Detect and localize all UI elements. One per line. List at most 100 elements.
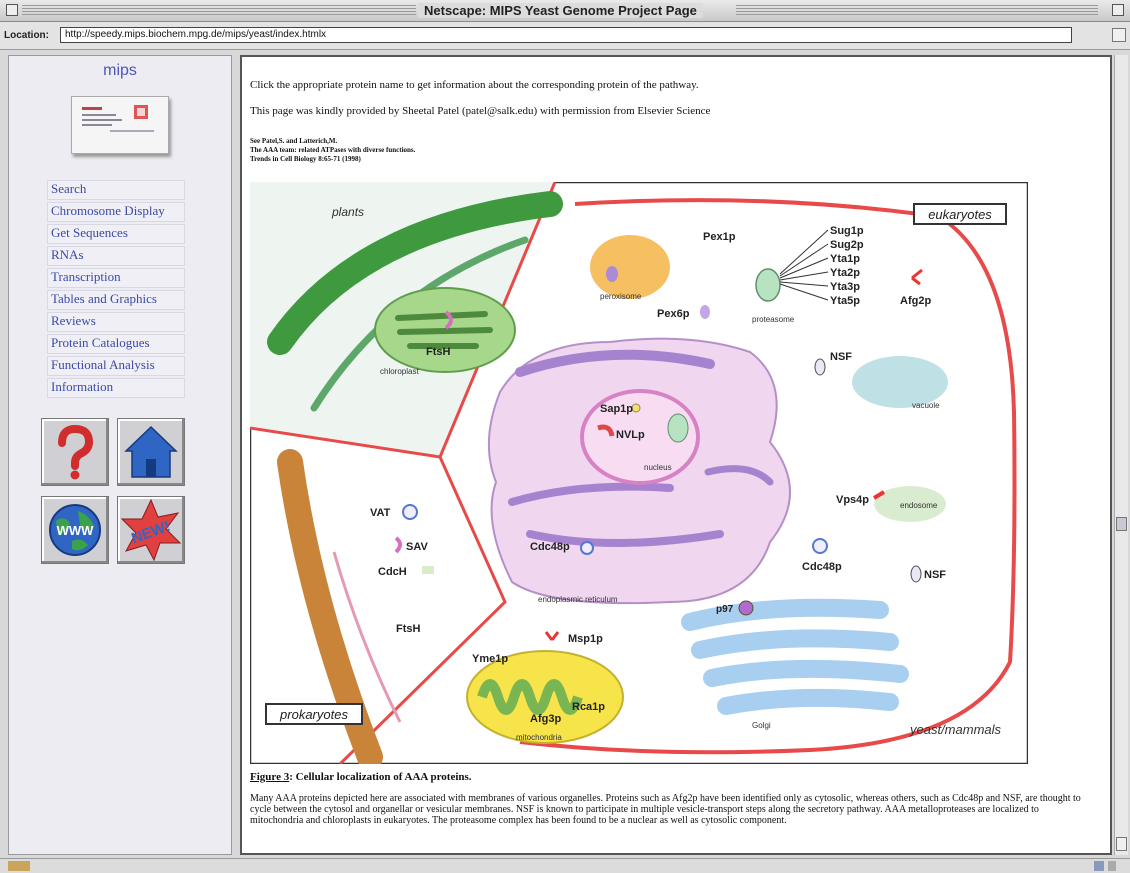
protein-afg3p[interactable]: Afg3p <box>530 713 561 725</box>
nav-reviews[interactable]: Reviews <box>47 312 185 332</box>
cdc48p-marker <box>812 538 828 554</box>
question-mark-icon <box>58 424 94 480</box>
label-peroxisome: peroxisome <box>600 292 642 301</box>
panel-plants: plants <box>331 205 364 219</box>
cdc48p-er-marker <box>580 541 594 555</box>
figure-caption-heading: : Cellular localization of AAA proteins. <box>289 771 472 783</box>
close-box-icon[interactable] <box>6 4 18 16</box>
credit-text: This page was kindly provided by Sheetal… <box>250 105 711 117</box>
location-bar: Location: http://speedy.mips.biochem.mpg… <box>0 22 1130 50</box>
window-title-bar[interactable]: Netscape: MIPS Yeast Genome Project Page <box>0 0 1130 22</box>
protein-cdc48p[interactable]: Cdc48p <box>802 561 842 573</box>
scroll-down-arrow-icon[interactable] <box>1116 837 1127 851</box>
title-stripes-right <box>736 5 1098 16</box>
nav-get-sequences[interactable]: Get Sequences <box>47 224 185 244</box>
label-vacuole: vacuole <box>912 401 940 410</box>
title-stripes <box>22 5 416 16</box>
protein-p97[interactable]: p97 <box>716 604 734 615</box>
protein-afg2p[interactable]: Afg2p <box>900 295 931 307</box>
protein-yme1p[interactable]: Yme1p <box>472 653 508 665</box>
protein-cdc48p-er[interactable]: Cdc48p <box>530 541 570 553</box>
protein-pex1p[interactable]: Pex1p <box>703 231 736 243</box>
p97-marker <box>738 600 754 616</box>
sap1p-marker <box>631 403 641 413</box>
protein-sug1p[interactable]: Sug1p <box>830 225 864 237</box>
protein-nvlp[interactable]: NVLp <box>616 429 645 441</box>
protein-yta2p[interactable]: Yta2p <box>830 267 860 279</box>
nav-information[interactable]: Information <box>47 378 185 398</box>
label-chloroplast: chloroplast <box>380 367 419 376</box>
mail-icon[interactable] <box>1094 861 1104 871</box>
protein-ftsh-prokaryote[interactable]: FtsH <box>396 623 421 635</box>
new-button[interactable]: NEW! <box>117 496 185 564</box>
figure-caption-title: Figure 3: Cellular localization of AAA p… <box>250 771 472 783</box>
protein-yta1p[interactable]: Yta1p <box>830 253 860 265</box>
location-label: Location: <box>4 30 49 41</box>
protein-cdch[interactable]: CdcH <box>378 566 407 578</box>
nav-functional-analysis[interactable]: Functional Analysis <box>47 356 185 376</box>
nav-chromosome-display[interactable]: Chromosome Display <box>47 202 185 222</box>
peroxisome-shape <box>590 235 670 299</box>
mitochondria-cristae <box>477 679 583 715</box>
scroll-up-arrow-icon[interactable] <box>1112 28 1126 42</box>
figure-caption-label[interactable]: Figure 3 <box>250 771 289 783</box>
scroll-thumb[interactable] <box>1116 517 1127 531</box>
content-frame: Click the appropriate protein name to ge… <box>240 55 1112 855</box>
mips-logo-card-icon[interactable] <box>71 96 169 154</box>
label-er: endoplasmic reticulum <box>538 595 618 604</box>
pex6p-marker <box>700 305 710 319</box>
peroxisome-marker <box>606 266 618 282</box>
protein-yta5p[interactable]: Yta5p <box>830 295 860 307</box>
new-badge-icon: NEW! <box>120 498 182 562</box>
sidebar-frame: mips Search Chromosome Display Get Seque… <box>8 55 232 855</box>
help-status-icon[interactable] <box>1108 861 1116 871</box>
label-mitochondria: mitochondria <box>516 733 562 742</box>
label-nucleus: nucleus <box>644 463 672 472</box>
protein-vat[interactable]: VAT <box>370 507 391 519</box>
protein-pex6p[interactable]: Pex6p <box>657 308 690 320</box>
intro-text: Click the appropriate protein name to ge… <box>250 79 699 91</box>
label-golgi: Golgi <box>752 721 771 730</box>
protein-ftsh-plant[interactable]: FtsH <box>426 346 451 358</box>
protein-sap1p[interactable]: Sap1p <box>600 403 633 415</box>
home-button[interactable] <box>117 418 185 486</box>
location-url-field[interactable]: http://speedy.mips.biochem.mpg.de/mips/y… <box>60 27 1072 43</box>
globe-icon: WWW <box>49 504 101 556</box>
help-button[interactable] <box>41 418 109 486</box>
protein-nsf-top[interactable]: NSF <box>830 351 852 363</box>
mips-logo-text: mips <box>103 62 137 79</box>
panel-prokaryotes: prokaryotes <box>279 707 348 722</box>
figure-caption-body: Many AAA proteins depicted here are asso… <box>250 793 1081 826</box>
label-endosome: endosome <box>900 501 938 510</box>
protein-nsf-bottom[interactable]: NSF <box>924 569 946 581</box>
logo-card-graphic <box>82 105 154 132</box>
nav-protein-catalogues[interactable]: Protein Catalogues <box>47 334 185 354</box>
protein-vps4p[interactable]: Vps4p <box>836 494 869 506</box>
panel-yeast-mammals: yeast/mammals <box>909 722 1002 737</box>
protein-msp1p[interactable]: Msp1p <box>568 633 603 645</box>
nav-transcription[interactable]: Transcription <box>47 268 185 288</box>
zoom-box-icon[interactable] <box>1112 4 1124 16</box>
reference-title: The AAA team: related ATPases with diver… <box>250 146 416 154</box>
panel-eukaryotes: eukaryotes <box>928 207 992 222</box>
aaa-localization-figure[interactable]: FtsH chloroplast plants VAT SAV CdcH Fts… <box>250 182 1028 764</box>
protein-sav[interactable]: SAV <box>406 541 428 553</box>
reference-journal: Trends in Cell Biology 8:65-71 (1998) <box>250 155 361 163</box>
protein-sug2p[interactable]: Sug2p <box>830 239 864 251</box>
sidebar-nav: Search Chromosome Display Get Sequences … <box>47 180 185 400</box>
security-key-icon[interactable] <box>8 861 30 871</box>
www-button[interactable]: WWW <box>41 496 109 564</box>
vertical-scrollbar[interactable] <box>1114 55 1128 855</box>
nav-tables-graphics[interactable]: Tables and Graphics <box>47 290 185 310</box>
window-title: Netscape: MIPS Yeast Genome Project Page <box>418 3 703 18</box>
status-bar <box>0 858 1130 873</box>
nsf-top-marker <box>814 358 826 376</box>
nav-search[interactable]: Search <box>47 180 185 200</box>
protein-yta3p[interactable]: Yta3p <box>830 281 860 293</box>
vat-marker <box>402 504 418 520</box>
label-proteasome: proteasome <box>752 315 795 324</box>
globe-label: WWW <box>57 523 95 538</box>
nav-rnas[interactable]: RNAs <box>47 246 185 266</box>
protein-rca1p[interactable]: Rca1p <box>572 701 605 713</box>
house-icon <box>124 425 178 478</box>
